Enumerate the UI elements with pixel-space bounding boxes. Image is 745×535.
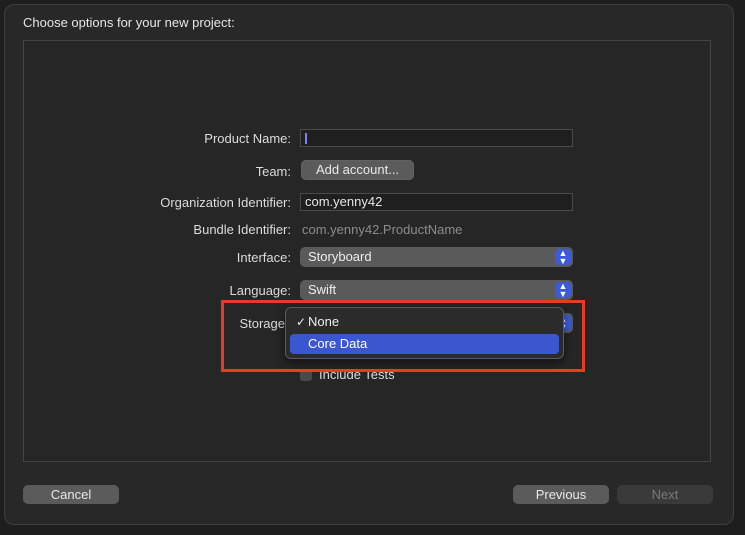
team-label: Team: <box>255 164 291 179</box>
add-account-button[interactable]: Add account... <box>301 160 414 180</box>
language-popup[interactable]: Swift ▲ ▼ <box>300 280 573 300</box>
next-button[interactable]: Next <box>617 485 713 504</box>
previous-button[interactable]: Previous <box>513 485 609 504</box>
language-label: Language: <box>229 283 291 298</box>
organization-identifier-field[interactable]: com.yenny42 <box>300 193 573 211</box>
interface-label: Interface: <box>236 250 291 265</box>
language-value: Swift <box>308 282 337 297</box>
chevron-updown-icon: ▲▼ <box>555 282 571 299</box>
bundle-identifier-label: Bundle Identifier: <box>193 222 291 237</box>
cancel-button[interactable]: Cancel <box>23 485 119 504</box>
organization-identifier-label: Organization Identifier: <box>160 195 291 210</box>
product-name-field[interactable] <box>300 129 573 147</box>
bundle-identifier-value: com.yenny42.ProductName <box>302 222 463 237</box>
interface-popup[interactable]: Storyboard ▲ ▼ <box>300 247 573 267</box>
annotation-highlight-box <box>221 300 585 372</box>
product-name-label: Product Name: <box>204 131 291 146</box>
chevron-updown-icon: ▲▼ <box>555 249 571 266</box>
dialog-title: Choose options for your new project: <box>23 15 235 30</box>
interface-value: Storyboard <box>308 249 372 264</box>
text-caret <box>305 133 307 144</box>
